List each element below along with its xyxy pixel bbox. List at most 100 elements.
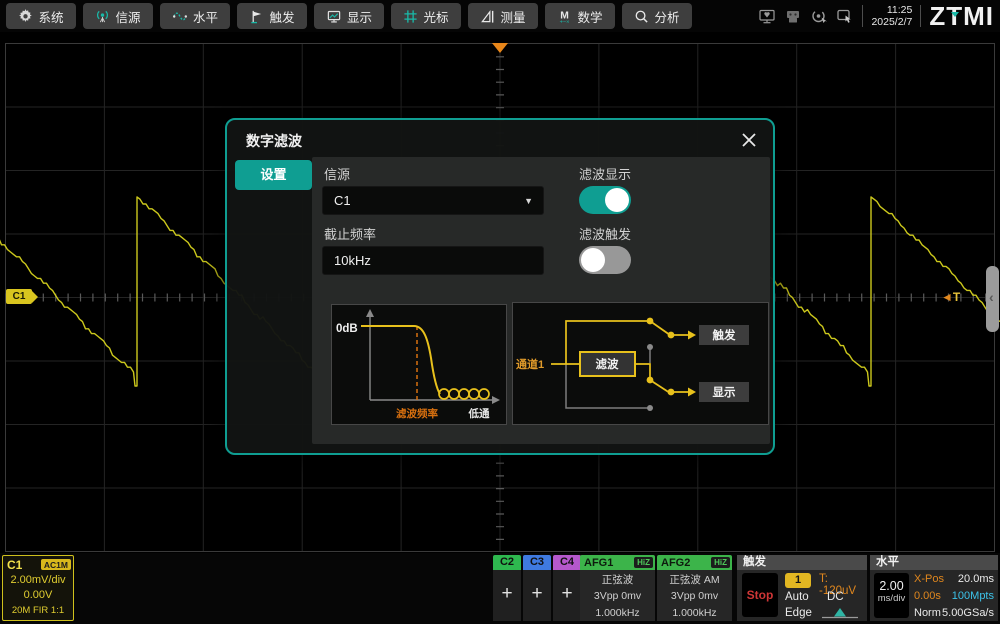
time: 11:25 bbox=[871, 4, 912, 16]
filter-display-toggle[interactable] bbox=[579, 186, 631, 214]
digital-filter-dialog: 数字滤波 设置 信源 C1 ▼ 截止频率 10kHz 滤波显示 滤波触发 0dB bbox=[225, 118, 775, 455]
trigger-panel-title: 触发 bbox=[737, 555, 867, 570]
edge-trigger-icon bbox=[821, 607, 859, 620]
afg2-box[interactable]: AFG2 HiZ 正弦波 AM 3Vpp 0mv 1.000kHz bbox=[657, 555, 732, 621]
menu-label: 系统 bbox=[38, 7, 63, 26]
cutoff-label: 截止频率 bbox=[324, 224, 376, 243]
channel4-name: C4 bbox=[553, 555, 581, 570]
hand-touch-icon[interactable] bbox=[836, 8, 854, 25]
response-cutoff-label: 滤波频率 bbox=[396, 407, 438, 420]
afg2-impedance-badge: HiZ bbox=[711, 557, 730, 568]
source-dropdown[interactable]: C1 ▼ bbox=[322, 186, 544, 215]
tab-settings[interactable]: 设置 bbox=[235, 160, 312, 190]
schematic-filter-label: 滤波 bbox=[596, 357, 619, 371]
channel4-box[interactable]: C4 + bbox=[553, 555, 581, 621]
menu-button-display[interactable]: 显示 bbox=[314, 3, 384, 29]
acquisition-state[interactable]: Stop bbox=[742, 573, 778, 617]
sample-rate: 5.00GSa/s bbox=[936, 607, 994, 619]
display-monitor-icon bbox=[326, 9, 342, 24]
menu-label: 光标 bbox=[423, 7, 448, 26]
math-icon: M+−× bbox=[557, 9, 572, 24]
menu-button-measure[interactable]: 测量 bbox=[468, 3, 538, 29]
horizontal-panel[interactable]: 水平 2.00 ms/div X-Pos 0.00s Norm 20.0ms 1… bbox=[870, 555, 998, 621]
trigger-level-arrow-icon: ◄ bbox=[941, 290, 953, 304]
menu-label: 显示 bbox=[347, 7, 372, 26]
source-label: 信源 bbox=[324, 164, 350, 183]
channel1-box[interactable]: C1 AC1M 2.00mV/div 0.00V 20M FIR 1:1 bbox=[2, 555, 74, 621]
chevron-down-icon: ▼ bbox=[524, 187, 533, 216]
trigger-flag-icon bbox=[249, 9, 264, 24]
afg1-waveform: 正弦波 bbox=[580, 572, 655, 588]
channel3-add-button[interactable]: + bbox=[523, 570, 551, 621]
timebase-scale-box[interactable]: 2.00 ms/div bbox=[874, 573, 909, 618]
afg1-box[interactable]: AFG1 HiZ 正弦波 3Vpp 0mv 1.000kHz bbox=[580, 555, 655, 621]
source-value: C1 bbox=[334, 193, 351, 208]
channel2-box[interactable]: C2 + bbox=[493, 555, 521, 621]
side-panel-handle[interactable] bbox=[986, 266, 999, 332]
menu: 系统 信源 水平 触发 显示 光标 测量 M+−× 数学 bbox=[6, 3, 692, 29]
cursor-grid-icon bbox=[403, 9, 418, 24]
channel2-add-button[interactable]: + bbox=[493, 570, 521, 621]
storage-device-icon[interactable] bbox=[784, 8, 802, 25]
analyze-magnifier-icon bbox=[634, 9, 649, 24]
menu-button-math[interactable]: M+−× 数学 bbox=[545, 3, 615, 29]
trigger-position-marker[interactable] bbox=[492, 43, 508, 53]
trigger-coupling: DC bbox=[827, 591, 844, 603]
menu-button-system[interactable]: 系统 bbox=[6, 3, 76, 29]
channel3-box[interactable]: C3 + bbox=[523, 555, 551, 621]
menu-button-horizontal[interactable]: 水平 bbox=[160, 3, 230, 29]
channel2-name: C2 bbox=[493, 555, 521, 570]
afg2-name: AFG2 bbox=[661, 557, 690, 569]
signal-routing-diagram: 滤波 触发 显示 通道1 bbox=[513, 303, 768, 424]
signal-source-icon bbox=[95, 9, 110, 24]
menu-button-trigger[interactable]: 触发 bbox=[237, 3, 307, 29]
channel1-name: C1 bbox=[7, 558, 22, 572]
timebase-unit: ms/div bbox=[874, 593, 909, 604]
trigger-level-marker[interactable]: ◄T bbox=[941, 290, 960, 304]
menu-label: 数学 bbox=[577, 7, 602, 26]
trigger-panel[interactable]: 触发 Stop 1 Auto Edge T: -120uV DC bbox=[737, 555, 867, 621]
afg1-amplitude: 3Vpp 0mv bbox=[580, 588, 655, 604]
filter-trigger-toggle[interactable] bbox=[579, 246, 631, 274]
trigger-source-badge: 1 bbox=[785, 573, 811, 588]
afg1-name: AFG1 bbox=[584, 557, 613, 569]
topbar-right: 11:25 2025/2/7 ZTMI bbox=[758, 0, 997, 32]
trigger-mode: Auto bbox=[785, 591, 809, 603]
menu-label: 分析 bbox=[654, 7, 679, 26]
toggle-knob bbox=[581, 248, 605, 272]
top-menu-bar: 系统 信源 水平 触发 显示 光标 测量 M+−× 数学 bbox=[0, 0, 1000, 32]
touch-rotate-icon[interactable] bbox=[810, 8, 828, 25]
cutoff-input[interactable]: 10kHz bbox=[322, 246, 544, 275]
channel1-offset: 0.00V bbox=[3, 588, 73, 603]
menu-button-source[interactable]: 信源 bbox=[83, 3, 153, 29]
signal-routing-panel: 滤波 触发 显示 通道1 bbox=[512, 302, 769, 425]
channel1-bw-filter-probe: 20M FIR 1:1 bbox=[3, 604, 73, 617]
separator bbox=[920, 5, 921, 27]
cutoff-value: 10kHz bbox=[334, 253, 371, 268]
filter-response-graph: 0dB 滤波频率 低通 bbox=[332, 305, 506, 424]
brand-logo: ZTMI bbox=[929, 0, 997, 32]
toggle-knob bbox=[605, 188, 629, 212]
schematic-display-label: 显示 bbox=[713, 386, 736, 399]
close-icon[interactable] bbox=[739, 130, 759, 150]
filter-display-label: 滤波显示 bbox=[579, 164, 631, 183]
trigger-type: Edge bbox=[785, 607, 812, 619]
menu-label: 水平 bbox=[193, 7, 218, 26]
channel1-level-marker[interactable]: C1 bbox=[6, 289, 32, 304]
horizontal-wave-icon bbox=[172, 9, 188, 24]
response-lowpass-label: 低通 bbox=[468, 407, 490, 420]
remote-display-icon[interactable] bbox=[758, 8, 776, 25]
afg2-amplitude: 3Vpp 0mv bbox=[657, 588, 732, 604]
menu-button-analyze[interactable]: 分析 bbox=[622, 3, 692, 29]
channel1-coupling-badge: AC1M bbox=[41, 559, 71, 570]
filter-trigger-label: 滤波触发 bbox=[579, 224, 631, 243]
dialog-content-panel: 信源 C1 ▼ 截止频率 10kHz 滤波显示 滤波触发 0dB bbox=[312, 157, 770, 444]
svg-text:+−×: +−× bbox=[560, 19, 570, 23]
menu-button-cursor[interactable]: 光标 bbox=[391, 3, 461, 29]
channel4-add-button[interactable]: + bbox=[553, 570, 581, 621]
response-0db-label: 0dB bbox=[336, 323, 358, 335]
menu-label: 信源 bbox=[115, 7, 140, 26]
menu-label: 测量 bbox=[500, 7, 525, 26]
horizontal-panel-title: 水平 bbox=[870, 555, 998, 570]
afg2-frequency: 1.000kHz bbox=[657, 605, 732, 621]
